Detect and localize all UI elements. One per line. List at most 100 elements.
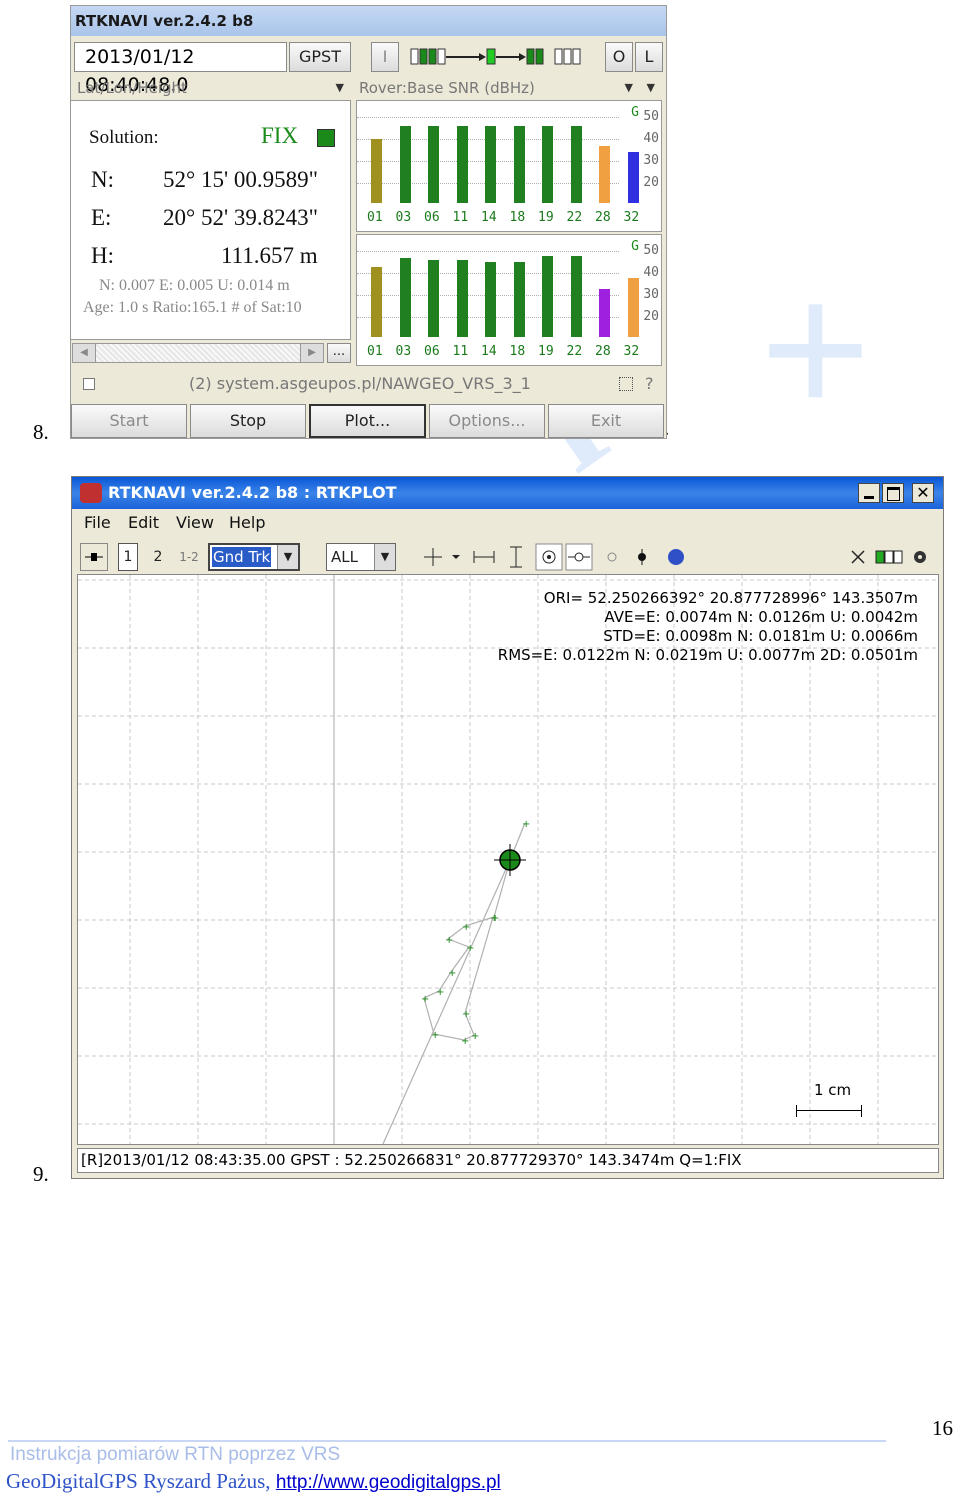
rtkplot-title: RTKNAVI ver.2.4.2 b8 : RTKPLOT [72, 477, 943, 509]
monitor-icon[interactable] [619, 377, 633, 391]
chevron-down-icon[interactable] [452, 555, 460, 559]
solution-scrollbar[interactable]: ◀ ▶ [72, 343, 324, 363]
close-button[interactable]: ✕ [912, 483, 934, 503]
satellite-select[interactable]: ALL ▼ [326, 543, 396, 571]
track-point: + [490, 913, 498, 924]
sat-label-32: 32 [623, 344, 640, 359]
snr-rover-panel: 50 40 30 20 G 01 03 06 11 14 18 19 22 28 32 [356, 100, 662, 232]
track-point: + [466, 943, 474, 954]
close-icon[interactable] [851, 550, 865, 564]
sat-label-14: 14 [481, 210, 497, 225]
latitude-value: 52° 15' 00.9589" [163, 167, 318, 192]
map-icon[interactable] [668, 549, 684, 565]
help-icon[interactable]: ? [645, 368, 654, 400]
snr-scale-label: 40 [643, 265, 659, 280]
stream-checkbox[interactable] [83, 378, 95, 390]
scroll-left-icon[interactable]: ◀ [73, 344, 96, 362]
latitude-label: N: [91, 167, 114, 192]
plot-button[interactable]: Plot... [309, 404, 426, 438]
track-point: + [431, 1030, 439, 1041]
footer-company-name: GeoDigitalGPS Ryszard Pażus, [6, 1469, 271, 1493]
snr-bar-14 [485, 126, 496, 203]
sat-label-14: 14 [481, 344, 497, 359]
show-points-icon[interactable] [607, 552, 617, 562]
stream-bar: (2) system.asgeupos.pl/NAWGEO_VRS_3_1 ? [71, 368, 664, 400]
chevron-down-icon: ▼ [646, 81, 655, 94]
status-quality: 1:FIX [703, 1151, 742, 1169]
snr-scale-label: 20 [643, 309, 659, 324]
start-button[interactable]: Start [71, 404, 187, 438]
sat-label-22: 22 [566, 344, 583, 359]
menu-help[interactable]: Help [229, 513, 265, 532]
item-number-8: 8. [33, 420, 49, 444]
minimize-button[interactable] [858, 483, 880, 503]
monitor-type-select[interactable]: Rover:Base SNR (dBHz) ▼ ▼ [357, 76, 663, 100]
snr-scale-label: 50 [643, 109, 659, 124]
track-point: + [421, 994, 429, 1005]
gps-system-label: G [631, 105, 639, 120]
legend-icon[interactable] [875, 550, 903, 564]
snr-bar-11 [456, 260, 468, 337]
connect-button[interactable] [80, 543, 108, 571]
menu-edit[interactable]: Edit [128, 513, 159, 532]
toolbar-icons [418, 543, 936, 571]
cross-icon[interactable] [424, 548, 442, 566]
sat-label-01: 01 [367, 344, 383, 359]
sat-label-18: 18 [509, 344, 526, 359]
time-system-button[interactable]: GPST [289, 42, 351, 72]
stream-address: (2) system.asgeupos.pl/NAWGEO_VRS_3_1 [189, 374, 531, 393]
menu-view[interactable]: View [176, 513, 214, 532]
exit-button[interactable]: Exit [548, 404, 664, 438]
rover2-button[interactable]: 2 [148, 543, 168, 571]
fit-horizontal-icon[interactable] [473, 551, 495, 563]
plot-status-bar: [R]2013/01/12 08:43:35.00 GPST : 52.2502… [77, 1148, 939, 1173]
snr-bar-03 [399, 126, 411, 203]
solution-label: Solution: [89, 127, 159, 148]
fit-vertical-icon[interactable] [510, 546, 522, 568]
gps-system-label: G [631, 239, 639, 254]
show-track-icon[interactable] [638, 549, 646, 565]
stop-button[interactable]: Stop [190, 404, 306, 438]
input-stream-button[interactable]: I [371, 42, 399, 72]
satellite-value: ALL [331, 548, 358, 566]
snr-bar-22 [570, 255, 582, 337]
rover1-button[interactable]: 1 [118, 543, 138, 571]
sat-label-22: 22 [566, 210, 583, 225]
sat-label-32: 32 [623, 210, 640, 225]
origin-stats: ORI= 52.250266392° 20.877728996° 143.350… [543, 589, 918, 607]
sat-label-19: 19 [538, 210, 554, 225]
track-point: + [471, 1031, 479, 1042]
age-ratio-line: Age: 1.0 s Ratio:165.1 # of Sat:10 [83, 299, 302, 316]
menu-file[interactable]: File [84, 513, 111, 532]
more-button[interactable]: ... [327, 343, 351, 363]
plot-area[interactable]: ++++++++++++++ ORI= 52.250266392° 20.877… [77, 574, 939, 1145]
gear-icon[interactable] [914, 551, 926, 563]
snr-bar-18 [513, 126, 525, 203]
sat-label-06: 06 [424, 344, 440, 359]
output-stream-button[interactable]: O [605, 42, 633, 72]
connect-icon [85, 553, 103, 561]
footer-company: GeoDigitalGPS Ryszard Pażus, http://www.… [6, 1469, 501, 1494]
track-point: + [436, 987, 444, 998]
maximize-button[interactable] [882, 483, 904, 503]
solution-format-select[interactable]: Lat/Lon/Height ▼ [74, 76, 352, 100]
chevron-down-icon: ▼ [374, 544, 395, 570]
footer-link[interactable]: http://www.geodigitalgps.pl [276, 1472, 501, 1493]
status-text: [R]2013/01/12 08:43:35.00 GPST : 52.2502… [81, 1151, 704, 1169]
track-point: + [462, 1009, 470, 1020]
snr-scale-label: 30 [643, 287, 659, 302]
height-value: 111.657 m [221, 243, 318, 268]
snr-scale-label: 20 [643, 175, 659, 190]
log-stream-button[interactable]: L [635, 42, 663, 72]
scroll-right-icon[interactable]: ▶ [300, 344, 323, 362]
snr-gridline [357, 251, 619, 252]
plot-type-value: Gnd Trk [212, 547, 272, 567]
rover12-button[interactable]: 1-2 [176, 543, 202, 571]
stream-status-indicators [409, 48, 599, 66]
footer-divider [8, 1440, 886, 1442]
track-point: + [461, 1036, 469, 1047]
plot-type-select[interactable]: Gnd Trk ▼ [208, 543, 300, 571]
snr-bar-06 [428, 126, 439, 203]
options-button[interactable]: Options... [429, 404, 545, 438]
sat-label-01: 01 [367, 210, 383, 225]
